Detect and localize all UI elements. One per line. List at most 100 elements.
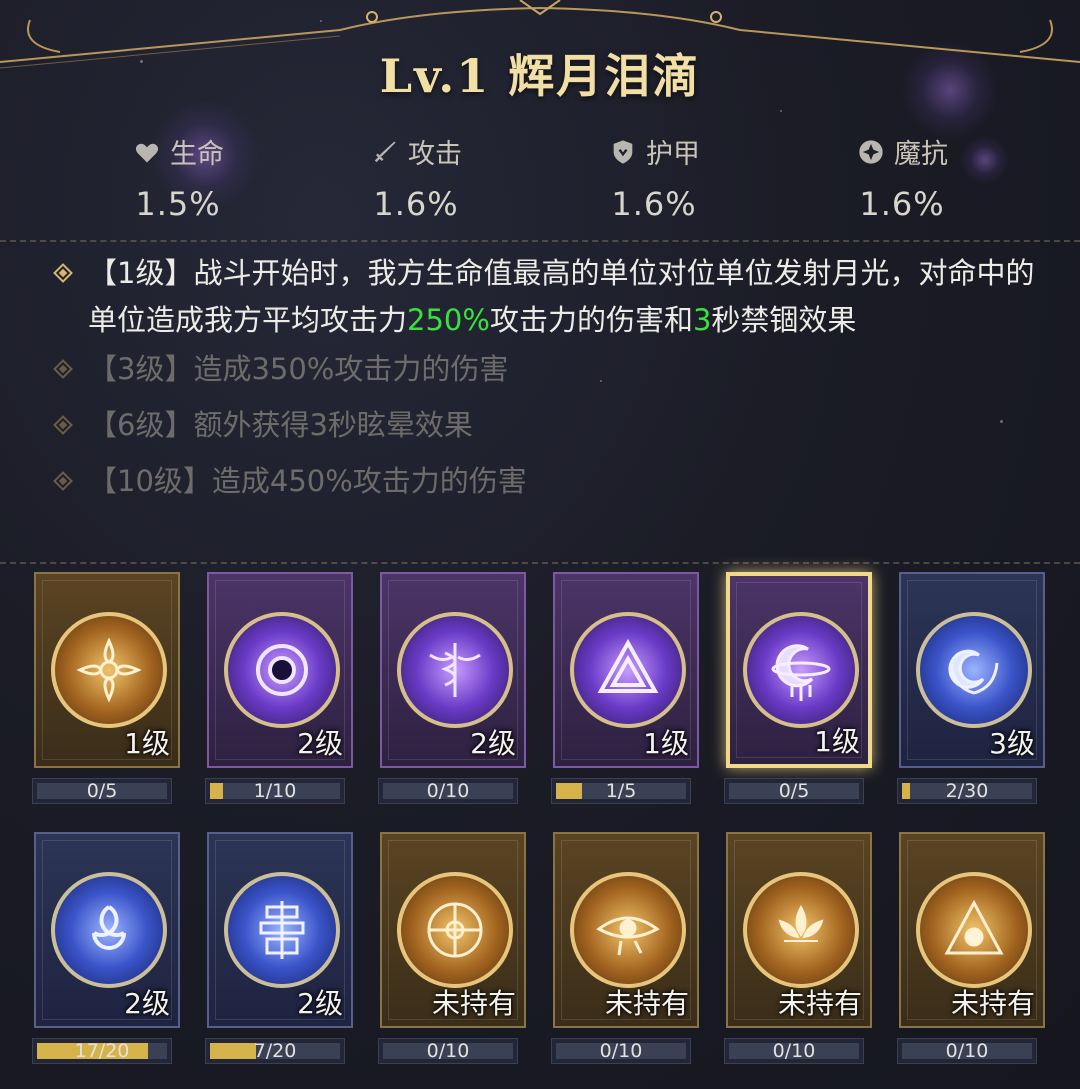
artifact-card-crescent-laurel-emblem[interactable]: 3级	[899, 572, 1045, 768]
effect-lv6: 【6级】额外获得3秒眩晕效果	[48, 402, 1048, 449]
progress-text: 7/20	[253, 1040, 297, 1062]
pyramid-emblem-icon	[916, 872, 1032, 988]
artifact-card-triple-horn-emblem[interactable]: 2级	[34, 832, 180, 1028]
sword-icon	[370, 137, 400, 167]
progress-bar: 7/20	[205, 1038, 345, 1064]
card-level: 2级	[124, 987, 170, 1020]
progress-text: 0/5	[778, 780, 810, 802]
artifact-title: Lv.1 辉月泪滴	[379, 49, 701, 103]
wheel-emblem-icon	[397, 872, 513, 988]
caduceus-emblem-icon	[397, 612, 513, 728]
card-frame: 2级	[380, 572, 526, 768]
seal-emblem-icon	[224, 872, 340, 988]
diamond-bullet-icon	[53, 359, 73, 379]
progress-bar: 2/30	[897, 778, 1037, 804]
card-frame: 未持有	[380, 832, 526, 1028]
progress-text: 2/30	[945, 780, 989, 802]
artifact-card-vortex-emblem[interactable]: 2级	[207, 572, 353, 768]
artifact-card-pyramid-emblem[interactable]: 未持有	[899, 832, 1045, 1028]
progress-text: 0/10	[426, 780, 470, 802]
stat-label: 魔抗	[894, 139, 948, 170]
magic-resist-icon	[856, 137, 886, 167]
card-frame: 2级	[34, 832, 180, 1028]
card-frame: 2级	[207, 572, 353, 768]
progress-text: 0/10	[772, 1040, 816, 1062]
stat-label: 攻击	[408, 139, 462, 170]
card-level: 1级	[643, 727, 689, 760]
stat-attack: 攻击 1.6%	[316, 132, 516, 223]
artifact-card-lotus-emblem[interactable]: 未持有	[726, 832, 872, 1028]
stat-hp: 生命 1.5%	[78, 132, 278, 223]
progress-text: 0/10	[426, 1040, 470, 1062]
crescent-laurel-emblem-icon	[916, 612, 1032, 728]
progress-text: 1/5	[605, 780, 637, 802]
progress-bar: 1/10	[205, 778, 345, 804]
progress-text: 17/20	[74, 1040, 130, 1062]
vortex-emblem-icon	[224, 612, 340, 728]
progress-bar: 17/20	[32, 1038, 172, 1064]
effect-lv1: 【1级】战斗开始时，我方生命值最高的单位对位单位发射月光，对命中的单位造成我方平…	[48, 250, 1048, 344]
moon-tear-emblem-icon	[743, 612, 859, 728]
card-level: 2级	[297, 987, 343, 1020]
card-level: 未持有	[431, 987, 516, 1020]
card-level: 2级	[470, 727, 516, 760]
card-level: 未持有	[950, 987, 1035, 1020]
stat-value: 1.6%	[859, 185, 945, 223]
progress-bar: 0/10	[897, 1038, 1037, 1064]
stat-value: 1.5%	[135, 185, 221, 223]
progress-bar: 0/5	[724, 778, 864, 804]
progress-text: 0/5	[86, 780, 118, 802]
diamond-bullet-icon	[53, 263, 73, 283]
card-level: 3级	[989, 727, 1035, 760]
artifact-card-seal-emblem[interactable]: 2级	[207, 832, 353, 1028]
eye-emblem-icon	[570, 872, 686, 988]
card-frame: 2级	[207, 832, 353, 1028]
effect-description: 【1级】战斗开始时，我方生命值最高的单位对位单位发射月光，对命中的单位造成我方平…	[48, 250, 1048, 505]
progress-bar: 0/10	[378, 778, 518, 804]
progress-bar: 0/10	[724, 1038, 864, 1064]
selected-card-frame: 1级	[726, 572, 872, 768]
effect-lv10: 【10级】造成450%攻击力的伤害	[48, 458, 1048, 505]
artifact-card-eye-emblem[interactable]: 未持有	[553, 832, 699, 1028]
card-level: 2级	[297, 727, 343, 760]
diamond-bullet-icon	[53, 415, 73, 435]
progress-text: 1/10	[253, 780, 297, 802]
card-frame: 未持有	[553, 832, 699, 1028]
card-frame: 1级	[34, 572, 180, 768]
card-level: 未持有	[604, 987, 689, 1020]
card-frame: 未持有	[899, 832, 1045, 1028]
damage-percent: 250%	[407, 303, 490, 337]
lotus-emblem-icon	[743, 872, 859, 988]
artifact-card-valknut-emblem[interactable]: 1级	[553, 572, 699, 768]
progress-bar: 0/5	[32, 778, 172, 804]
artifact-card-moon-tear-emblem[interactable]: 1级	[726, 572, 872, 768]
progress-text: 0/10	[599, 1040, 643, 1062]
stat-magic-resist: 魔抗 1.6%	[802, 132, 1002, 223]
flower-emblem-icon	[51, 612, 167, 728]
duration-seconds: 3	[692, 303, 712, 337]
stat-value: 1.6%	[373, 185, 459, 223]
stat-value: 1.6%	[611, 185, 697, 223]
card-frame: 1级	[553, 572, 699, 768]
card-frame: 3级	[899, 572, 1045, 768]
card-level: 未持有	[777, 987, 862, 1020]
effect-lv3: 【3级】造成350%攻击力的伤害	[48, 346, 1048, 393]
stat-armor: 护甲 1.6%	[554, 132, 754, 223]
heart-icon	[132, 137, 162, 167]
card-level: 1级	[814, 725, 860, 758]
artifact-card-flower-emblem[interactable]: 1级	[34, 572, 180, 768]
divider	[0, 240, 1080, 242]
diamond-bullet-icon	[53, 471, 73, 491]
progress-bar: 0/10	[551, 1038, 691, 1064]
shield-icon	[608, 137, 638, 167]
progress-text: 0/10	[945, 1040, 989, 1062]
stat-label: 护甲	[646, 139, 700, 170]
stats-row: 生命 1.5% 攻击 1.6% 护甲 1.6% 魔抗 1.6%	[0, 132, 1080, 232]
triple-horn-emblem-icon	[51, 872, 167, 988]
stat-label: 生命	[170, 139, 224, 170]
valknut-emblem-icon	[570, 612, 686, 728]
card-frame: 未持有	[726, 832, 872, 1028]
artifact-card-caduceus-emblem[interactable]: 2级	[380, 572, 526, 768]
artifact-card-wheel-emblem[interactable]: 未持有	[380, 832, 526, 1028]
divider	[0, 562, 1080, 564]
